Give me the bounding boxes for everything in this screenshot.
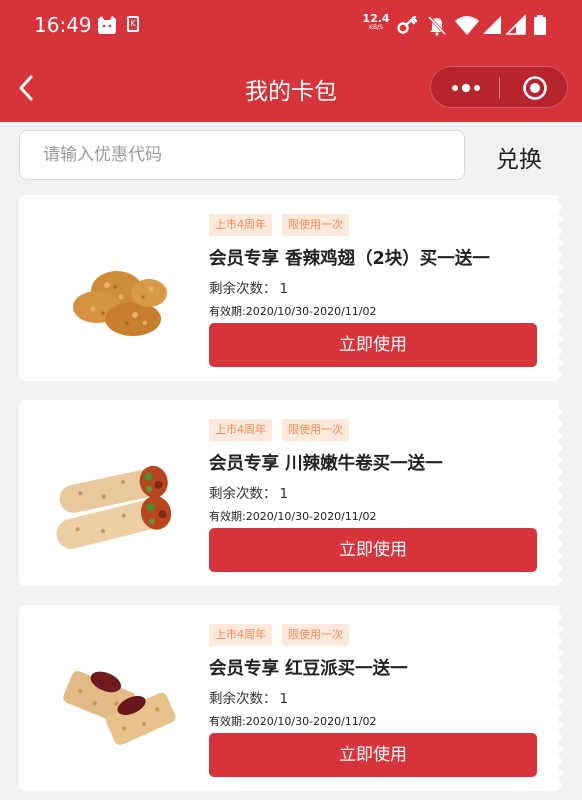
cat-icon bbox=[98, 16, 116, 34]
remaining-label: 剩余次数： bbox=[209, 486, 277, 502]
status-time: 16:49 bbox=[34, 13, 92, 37]
wifi-icon bbox=[455, 16, 479, 35]
chicken-wings-image bbox=[73, 271, 167, 336]
network-speed-value: 12.4 bbox=[362, 12, 390, 25]
tag-anniversary: 上市4周年 bbox=[209, 214, 272, 236]
coupon-code-input[interactable] bbox=[20, 131, 464, 179]
capsule-divider bbox=[499, 77, 500, 99]
coupon-card: 上市4周年 限使用一次 会员专享 香辣鸡翅（2块）买一送一 剩余次数： 1 有效期… bbox=[19, 195, 562, 381]
remaining-label: 剩余次数： bbox=[209, 281, 277, 297]
tag-anniversary: 上市4周年 bbox=[209, 624, 272, 646]
network-speed: 12.4 KB/S bbox=[362, 13, 390, 31]
remaining-value: 1 bbox=[279, 281, 289, 297]
bell-off-icon bbox=[427, 15, 447, 36]
validity-period: 有效期:2020/10/30-2020/11/02 bbox=[209, 305, 377, 318]
status-bar: 16:49 K 12.4 KB/S bbox=[0, 0, 582, 50]
validity-period: 有效期:2020/10/30-2020/11/02 bbox=[209, 510, 377, 523]
coupon-title: 会员专享 川辣嫩牛卷买一送一 bbox=[209, 454, 443, 474]
remaining-count: 剩余次数： 1 bbox=[209, 687, 288, 707]
key-icon bbox=[397, 15, 418, 34]
remaining-label: 剩余次数： bbox=[209, 691, 277, 707]
close-target-icon[interactable] bbox=[522, 75, 548, 101]
battery-icon bbox=[534, 15, 546, 35]
mini-program-capsule bbox=[430, 66, 568, 108]
remaining-value: 1 bbox=[279, 486, 289, 502]
remaining-count: 剩余次数： 1 bbox=[209, 277, 288, 297]
tag-anniversary: 上市4周年 bbox=[209, 419, 272, 441]
beef-wrap-image bbox=[56, 465, 172, 549]
remaining-value: 1 bbox=[279, 691, 289, 707]
signal-icon bbox=[506, 14, 526, 35]
more-dots-icon[interactable] bbox=[449, 79, 483, 97]
coupon-code-field[interactable] bbox=[19, 130, 465, 180]
tag-single-use: 限使用一次 bbox=[282, 624, 349, 646]
redeem-button[interactable]: 兑换 bbox=[484, 140, 554, 174]
signal-icon bbox=[483, 16, 501, 34]
use-now-button[interactable]: 立即使用 bbox=[209, 528, 537, 572]
tag-single-use: 限使用一次 bbox=[282, 214, 349, 236]
remaining-count: 剩余次数： 1 bbox=[209, 482, 288, 502]
network-speed-unit: KB/S bbox=[369, 24, 383, 31]
nav-bar: 我的卡包 bbox=[0, 50, 582, 122]
coupon-card: 上市4周年 限使用一次 会员专享 川辣嫩牛卷买一送一 剩余次数： 1 有效期:20… bbox=[19, 400, 562, 586]
red-bean-pie-image bbox=[63, 671, 176, 745]
use-now-button[interactable]: 立即使用 bbox=[209, 323, 537, 367]
coupon-title: 会员专享 香辣鸡翅（2块）买一送一 bbox=[209, 249, 490, 269]
validity-period: 有效期:2020/10/30-2020/11/02 bbox=[209, 715, 377, 728]
tag-single-use: 限使用一次 bbox=[282, 419, 349, 441]
coupon-title: 会员专享 红豆派买一送一 bbox=[209, 659, 408, 679]
use-now-button[interactable]: 立即使用 bbox=[209, 733, 537, 777]
coupon-card: 上市4周年 限使用一次 会员专享 红豆派买一送一 剩余次数： 1 有效期:2020… bbox=[19, 605, 562, 791]
k-badge-icon: K bbox=[127, 16, 139, 32]
